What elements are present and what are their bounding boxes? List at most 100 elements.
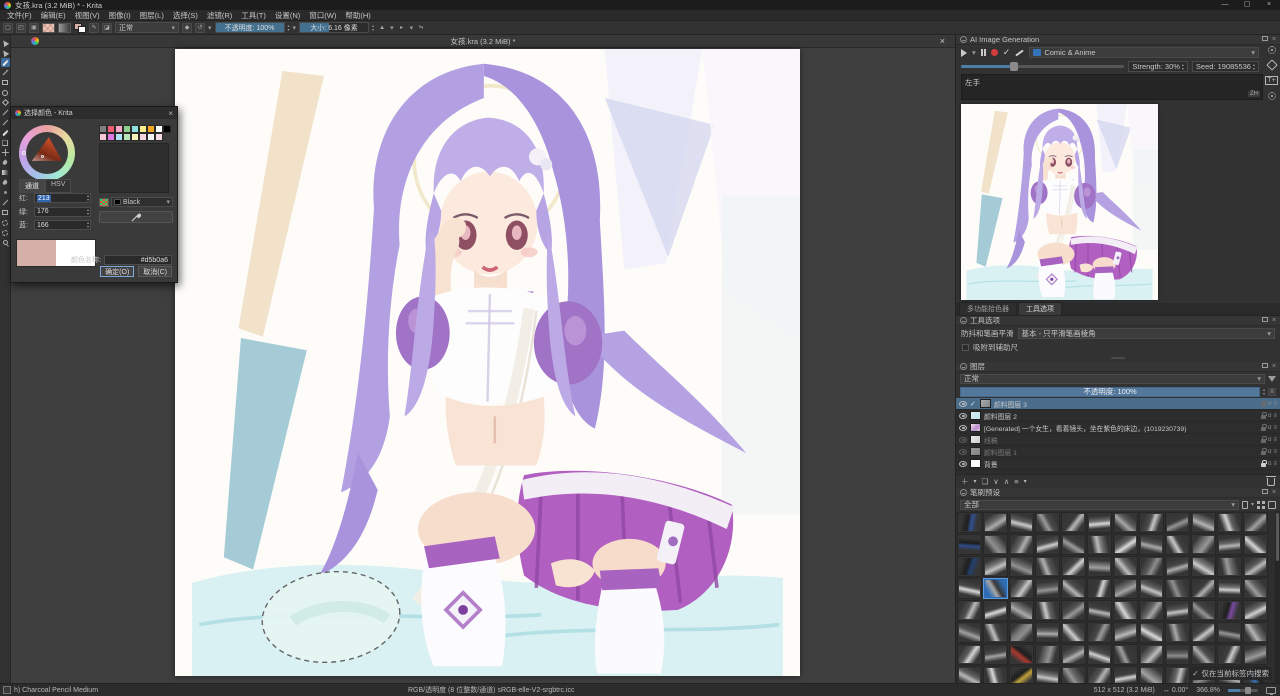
brush-preset-thumbnail[interactable] — [1035, 534, 1060, 555]
brush-preset-thumbnail[interactable] — [1243, 534, 1268, 555]
layer-options-icon[interactable]: ≡ — [1273, 401, 1277, 407]
layer-options-icon[interactable]: ≡ — [1273, 425, 1277, 431]
generate-play-icon[interactable] — [961, 49, 967, 57]
live-paint-icon[interactable] — [1016, 49, 1025, 56]
brush-preset-thumbnail[interactable] — [957, 600, 982, 621]
channel-spinner[interactable]: ▴▾ — [87, 208, 89, 216]
ellipse-select-tool[interactable] — [1, 218, 10, 227]
freehand-brush-tool[interactable] — [1, 58, 10, 67]
brush-preset-thumbnail[interactable] — [957, 512, 982, 533]
brush-preset-thumbnail[interactable] — [1061, 622, 1086, 643]
menu-item-9[interactable]: 窗口(W) — [305, 10, 340, 21]
polyline-tool[interactable] — [1, 108, 10, 117]
freehand-path-tool[interactable] — [1, 128, 10, 137]
brush-preset-thumbnail[interactable] — [983, 666, 1008, 683]
generation-preview-image[interactable] — [961, 104, 1158, 300]
new-document-icon[interactable]: ▢ — [3, 23, 13, 33]
layer-settings-icon[interactable] — [1268, 92, 1276, 100]
chevron-down-icon[interactable]: ▾ — [1251, 501, 1254, 508]
brush-preset-thumbnail[interactable] — [957, 556, 982, 577]
size-spinner[interactable]: ▴▾ — [372, 24, 374, 32]
record-icon[interactable] — [991, 49, 998, 56]
move-layer-down-button[interactable]: ∨ — [993, 477, 999, 486]
color-sampler-tool[interactable] — [1, 178, 10, 187]
brush-preset-thumbnail[interactable] — [1217, 622, 1242, 643]
palette-dropdown[interactable]: Black ▾ — [111, 197, 173, 207]
layer-visibility-icon[interactable] — [959, 425, 967, 431]
alpha-lock-icon[interactable]: α — [1268, 461, 1271, 467]
menu-item-3[interactable]: 图像(I) — [105, 10, 135, 21]
dialog-close-icon[interactable]: × — [168, 109, 173, 118]
brush-preset-thumbnail[interactable] — [1243, 622, 1268, 643]
grid-view-icon[interactable] — [1257, 501, 1265, 509]
seed-field[interactable]: Seed: 19085536 ▴▾ — [1192, 61, 1259, 72]
layer-options-icon[interactable]: ≡ — [1273, 413, 1277, 419]
menu-item-2[interactable]: 视图(V) — [71, 10, 104, 21]
brush-preset-thumbnail[interactable] — [1165, 578, 1190, 599]
color-swatch[interactable] — [139, 133, 147, 141]
float-docker-icon[interactable] — [1262, 317, 1268, 322]
zoom-slider[interactable] — [1228, 689, 1258, 692]
fg-bg-color-chooser[interactable] — [74, 23, 86, 33]
dialog-titlebar[interactable]: 选择颜色 - Krita × — [11, 107, 177, 119]
collapse-icon[interactable] — [960, 363, 967, 370]
menu-item-4[interactable]: 图层(L) — [136, 10, 168, 21]
color-swatch[interactable] — [155, 125, 163, 133]
layer-visibility-icon[interactable] — [959, 437, 967, 443]
brush-preset-thumbnail[interactable] — [983, 534, 1008, 555]
brush-preset-thumbnail[interactable] — [957, 534, 982, 555]
brush-preset-thumbnail[interactable] — [1087, 534, 1112, 555]
mirror-tool-icon[interactable]: ▲ — [377, 23, 387, 33]
snap-assistants-checkbox[interactable] — [962, 344, 969, 351]
color-swatch[interactable] — [107, 125, 115, 133]
brush-preset-icon[interactable]: ◪ — [102, 23, 112, 33]
layer-row[interactable]: 背景α≡ — [956, 458, 1280, 470]
layer-opacity-spinner[interactable]: ▴▾ — [1263, 388, 1265, 396]
chevron-down-icon[interactable]: ▾ — [293, 24, 297, 32]
brush-preset-thumbnail[interactable] — [1009, 556, 1034, 577]
brush-preset-thumbnail[interactable] — [1061, 600, 1086, 621]
brush-preset-thumbnail[interactable] — [983, 622, 1008, 643]
color-swatch[interactable] — [99, 125, 107, 133]
float-docker-icon[interactable] — [1262, 363, 1268, 368]
canvas[interactable] — [175, 49, 800, 676]
brush-grid-scrollbar[interactable] — [1275, 511, 1280, 683]
brush-preset-thumbnail[interactable] — [1139, 534, 1164, 555]
ok-button[interactable]: 确定(O) — [100, 266, 134, 277]
brush-editor-icon[interactable]: ✎ — [89, 23, 99, 33]
layer-lock-icon[interactable] — [1261, 403, 1266, 407]
check-icon[interactable]: ✓ — [1192, 669, 1198, 678]
layer-row[interactable]: [Generated] 一个女生，看着镜头，坐在紫色的床边，(101923073… — [956, 422, 1280, 434]
color-swatch[interactable] — [123, 133, 131, 141]
alpha-lock-icon[interactable]: α — [1268, 437, 1271, 443]
tab-channels[interactable]: 通道 — [19, 179, 45, 193]
brush-preset-thumbnail[interactable] — [983, 600, 1008, 621]
brush-preset-thumbnail[interactable] — [1243, 512, 1268, 533]
brush-preset-thumbnail[interactable] — [1165, 622, 1190, 643]
layer-visibility-icon[interactable] — [959, 401, 967, 407]
brush-preset-thumbnail[interactable] — [1165, 644, 1190, 665]
brush-preset-thumbnail[interactable] — [1217, 556, 1242, 577]
brush-preset-thumbnail[interactable] — [1087, 644, 1112, 665]
layer-filter-icon[interactable] — [1268, 376, 1276, 382]
layer-lock-icon[interactable] — [1261, 427, 1266, 431]
pattern-chooser[interactable] — [42, 23, 55, 33]
brush-preset-thumbnail[interactable] — [1217, 512, 1242, 533]
brush-preset-thumbnail[interactable] — [1113, 666, 1138, 683]
brush-preset-thumbnail[interactable] — [1165, 666, 1190, 683]
blend-mode-dropdown[interactable]: 正常▾ — [115, 22, 179, 33]
brush-preset-thumbnail[interactable] — [1113, 556, 1138, 577]
brush-preset-thumbnail[interactable] — [1191, 622, 1216, 643]
language-badge[interactable]: ZH — [1248, 91, 1260, 97]
palette-grid-area[interactable] — [99, 143, 169, 193]
layer-lock-icon[interactable] — [1261, 451, 1266, 455]
brush-preset-thumbnail[interactable] — [1009, 600, 1034, 621]
tool-options-header[interactable]: 工具选项 × — [956, 316, 1280, 326]
menu-item-6[interactable]: 滤镜(R) — [203, 10, 236, 21]
color-swatch[interactable] — [131, 133, 139, 141]
brush-preset-thumbnail[interactable] — [1035, 666, 1060, 683]
settings-gear-icon[interactable] — [1268, 46, 1276, 54]
layer-options-icon[interactable]: ≡ — [1273, 461, 1277, 467]
wrap-around-icon[interactable]: ≒ — [416, 23, 426, 33]
brush-preset-thumbnail[interactable] — [1191, 512, 1216, 533]
